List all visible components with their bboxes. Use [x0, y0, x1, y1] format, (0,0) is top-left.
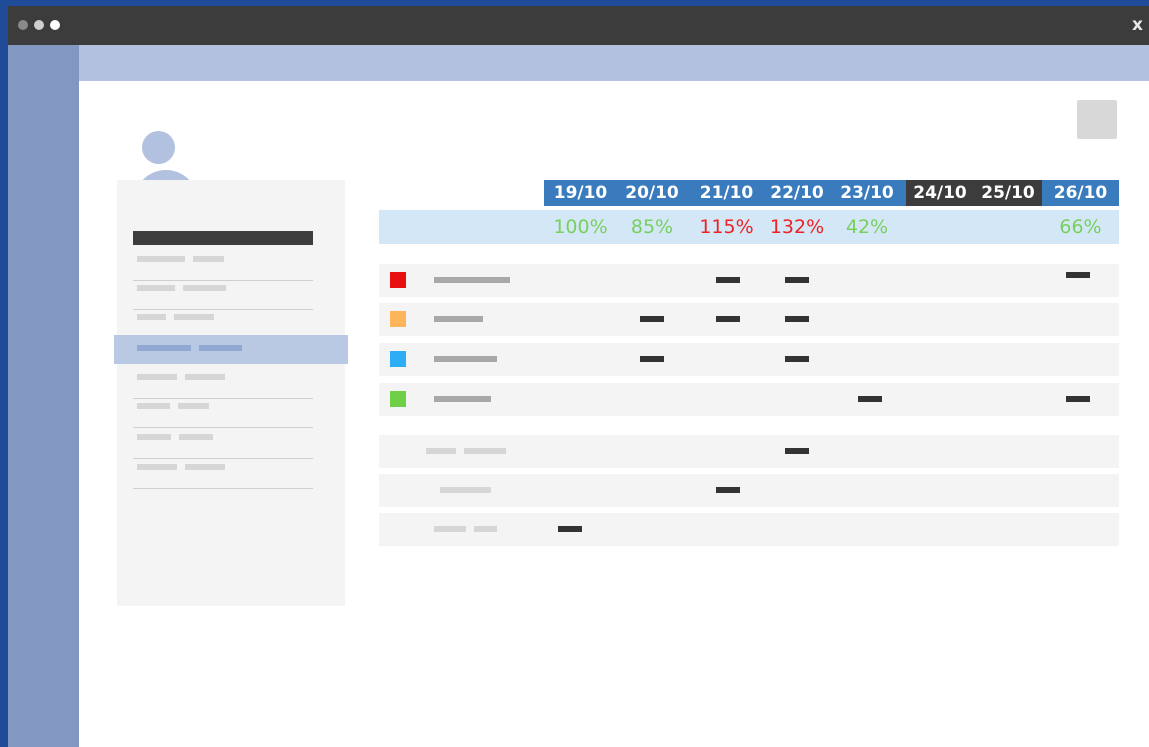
sidebar-item-label-placeholder [137, 374, 177, 380]
sidebar-item-label-placeholder [137, 345, 191, 351]
sidebar-item[interactable] [133, 428, 313, 459]
avatar-head [142, 131, 175, 164]
window-dot-icon[interactable] [34, 20, 44, 30]
assignment-mark[interactable] [716, 316, 740, 322]
assignment-mark[interactable] [1066, 396, 1090, 402]
sidebar-item[interactable] [133, 250, 313, 281]
row-label-placeholder [434, 526, 466, 532]
day-header[interactable]: 24/10 [906, 180, 974, 206]
day-header[interactable]: 20/10 [617, 180, 687, 206]
load-percent: 100% [553, 216, 608, 238]
day-header[interactable]: 23/10 [828, 180, 906, 206]
assignment-mark[interactable] [858, 396, 882, 402]
sidebar-item[interactable] [133, 397, 313, 428]
load-percent: 85% [630, 216, 674, 238]
row-label-placeholder [464, 448, 506, 454]
sidebar-item-label-placeholder [137, 256, 185, 262]
assignment-mark[interactable] [785, 356, 809, 362]
row-label-placeholder [474, 526, 497, 532]
row-label-placeholder [434, 356, 497, 362]
color-swatch [390, 351, 406, 367]
sidebar-item-label-placeholder [137, 434, 171, 440]
assignment-mark[interactable] [1066, 272, 1090, 278]
row-label-placeholder [434, 396, 491, 402]
row-label-placeholder [434, 316, 483, 322]
row-label-placeholder [426, 448, 456, 454]
load-percent: 132% [769, 216, 825, 238]
day-header[interactable]: 25/10 [974, 180, 1042, 206]
sidebar-title-placeholder [133, 231, 313, 245]
color-swatch [390, 391, 406, 407]
sidebar-item-label-placeholder [137, 314, 166, 320]
load-percent: 115% [699, 216, 754, 238]
left-nav-rail [8, 45, 79, 747]
assignment-mark[interactable] [785, 448, 809, 454]
assignment-mark[interactable] [716, 487, 740, 493]
sidebar-item-label-placeholder [178, 403, 209, 409]
sidebar-item-label-placeholder [137, 285, 175, 291]
day-header[interactable]: 26/10 [1042, 180, 1119, 206]
sidebar-item-label-placeholder [199, 345, 242, 351]
color-swatch [390, 311, 406, 327]
sidebar-item-label-placeholder [174, 314, 214, 320]
sidebar-item-label-placeholder [137, 403, 170, 409]
sidebar-item[interactable] [133, 458, 313, 489]
window-dot-icon[interactable] [50, 20, 60, 30]
row-label-placeholder [440, 487, 491, 493]
top-banner [79, 45, 1149, 81]
assignment-mark[interactable] [716, 277, 740, 283]
sidebar-item[interactable] [133, 368, 313, 399]
day-header[interactable]: 21/10 [687, 180, 766, 206]
sidebar-item-label-placeholder [193, 256, 224, 262]
assignment-mark[interactable] [640, 316, 664, 322]
sidebar-item-label-placeholder [137, 464, 177, 470]
sidebar-item-label-placeholder [185, 464, 225, 470]
window-dot-icon[interactable] [18, 20, 28, 30]
assignment-mark[interactable] [785, 277, 809, 283]
assignment-mark[interactable] [785, 316, 809, 322]
day-header[interactable]: 22/10 [766, 180, 828, 206]
sidebar-item-label-placeholder [183, 285, 226, 291]
resource-row[interactable] [379, 303, 1119, 336]
sidebar-item-selected[interactable] [114, 335, 348, 364]
row-label-placeholder [434, 277, 510, 283]
action-button[interactable] [1077, 100, 1117, 139]
title-bar: x [8, 6, 1149, 45]
sidebar-item-label-placeholder [179, 434, 213, 440]
assignment-mark[interactable] [558, 526, 582, 532]
assignment-mark[interactable] [640, 356, 664, 362]
close-button[interactable]: x [1132, 15, 1143, 35]
load-percent: 66% [1059, 216, 1102, 238]
day-header[interactable]: 19/10 [544, 180, 617, 206]
sidebar-item-label-placeholder [185, 374, 225, 380]
sidebar-item[interactable] [133, 279, 313, 310]
color-swatch [390, 272, 406, 288]
load-percent: 42% [845, 216, 889, 238]
